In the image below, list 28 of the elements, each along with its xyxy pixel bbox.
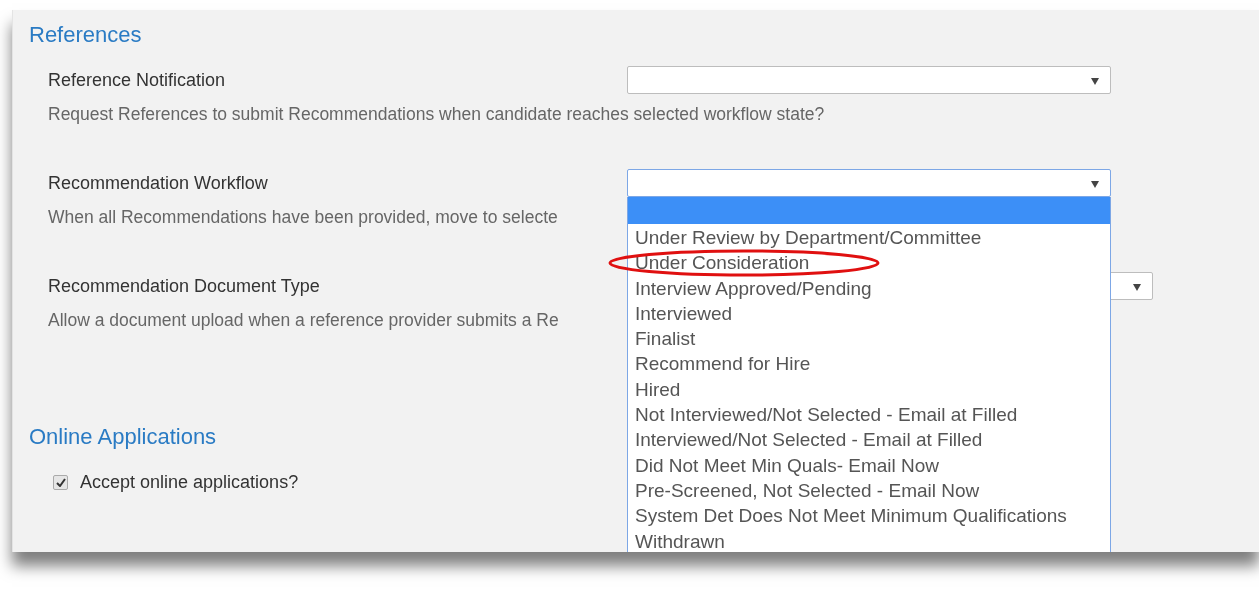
field-label: Recommendation Workflow [48, 172, 269, 194]
section-heading: References [29, 22, 142, 48]
caret-icon [1091, 78, 1099, 85]
dropdown-option[interactable]: Hired [628, 376, 1110, 403]
dropdown-option[interactable]: Interviewed/Not Selected - Email at Filled [628, 427, 1110, 453]
dropdown-option[interactable]: Pre-Screened, Not Selected - Email Now [628, 477, 1110, 504]
select-field[interactable] [627, 66, 1111, 94]
caret-icon [1133, 284, 1141, 291]
select-field[interactable] [627, 169, 1111, 197]
dropdown-option[interactable]: Finalist [628, 326, 1110, 352]
dropdown-option[interactable]: Under Review by Department/Committee [628, 225, 1110, 251]
section-heading: Online Applications [29, 424, 217, 450]
field-label: Recommendation Document Type [48, 275, 321, 297]
checkbox[interactable] [53, 475, 68, 490]
field-description: Request References to submit Recommendations when candidate reaches selected workflow state? [48, 104, 825, 125]
caret-icon [1091, 181, 1099, 188]
field-description: Allow a document upload when a reference provider submits a Re [48, 310, 559, 331]
field-label: Reference Notification [48, 69, 227, 91]
field-description: When all Recommendations have been provided, move to selecte [48, 207, 558, 228]
dropdown-option[interactable]: Under Consideration [628, 250, 1110, 276]
dropdown-option[interactable]: Recommend for Hire [628, 351, 1110, 377]
dropdown-option[interactable]: Withdrawn [628, 528, 1110, 552]
dropdown-option[interactable]: Interview Approved/Pending [628, 275, 1110, 301]
dropdown-option[interactable]: Interviewed [628, 300, 1110, 327]
dropdown-option[interactable]: Not Interviewed/Not Selected - Email at Filled [628, 402, 1110, 428]
dropdown-option[interactable]: Did Not Meet Min Quals- Email Now [628, 452, 1110, 478]
checkbox-label: Accept online applications? [80, 472, 299, 493]
dropdown-option[interactable]: System Det Does Not Meet Minimum Qualifications [628, 503, 1110, 529]
